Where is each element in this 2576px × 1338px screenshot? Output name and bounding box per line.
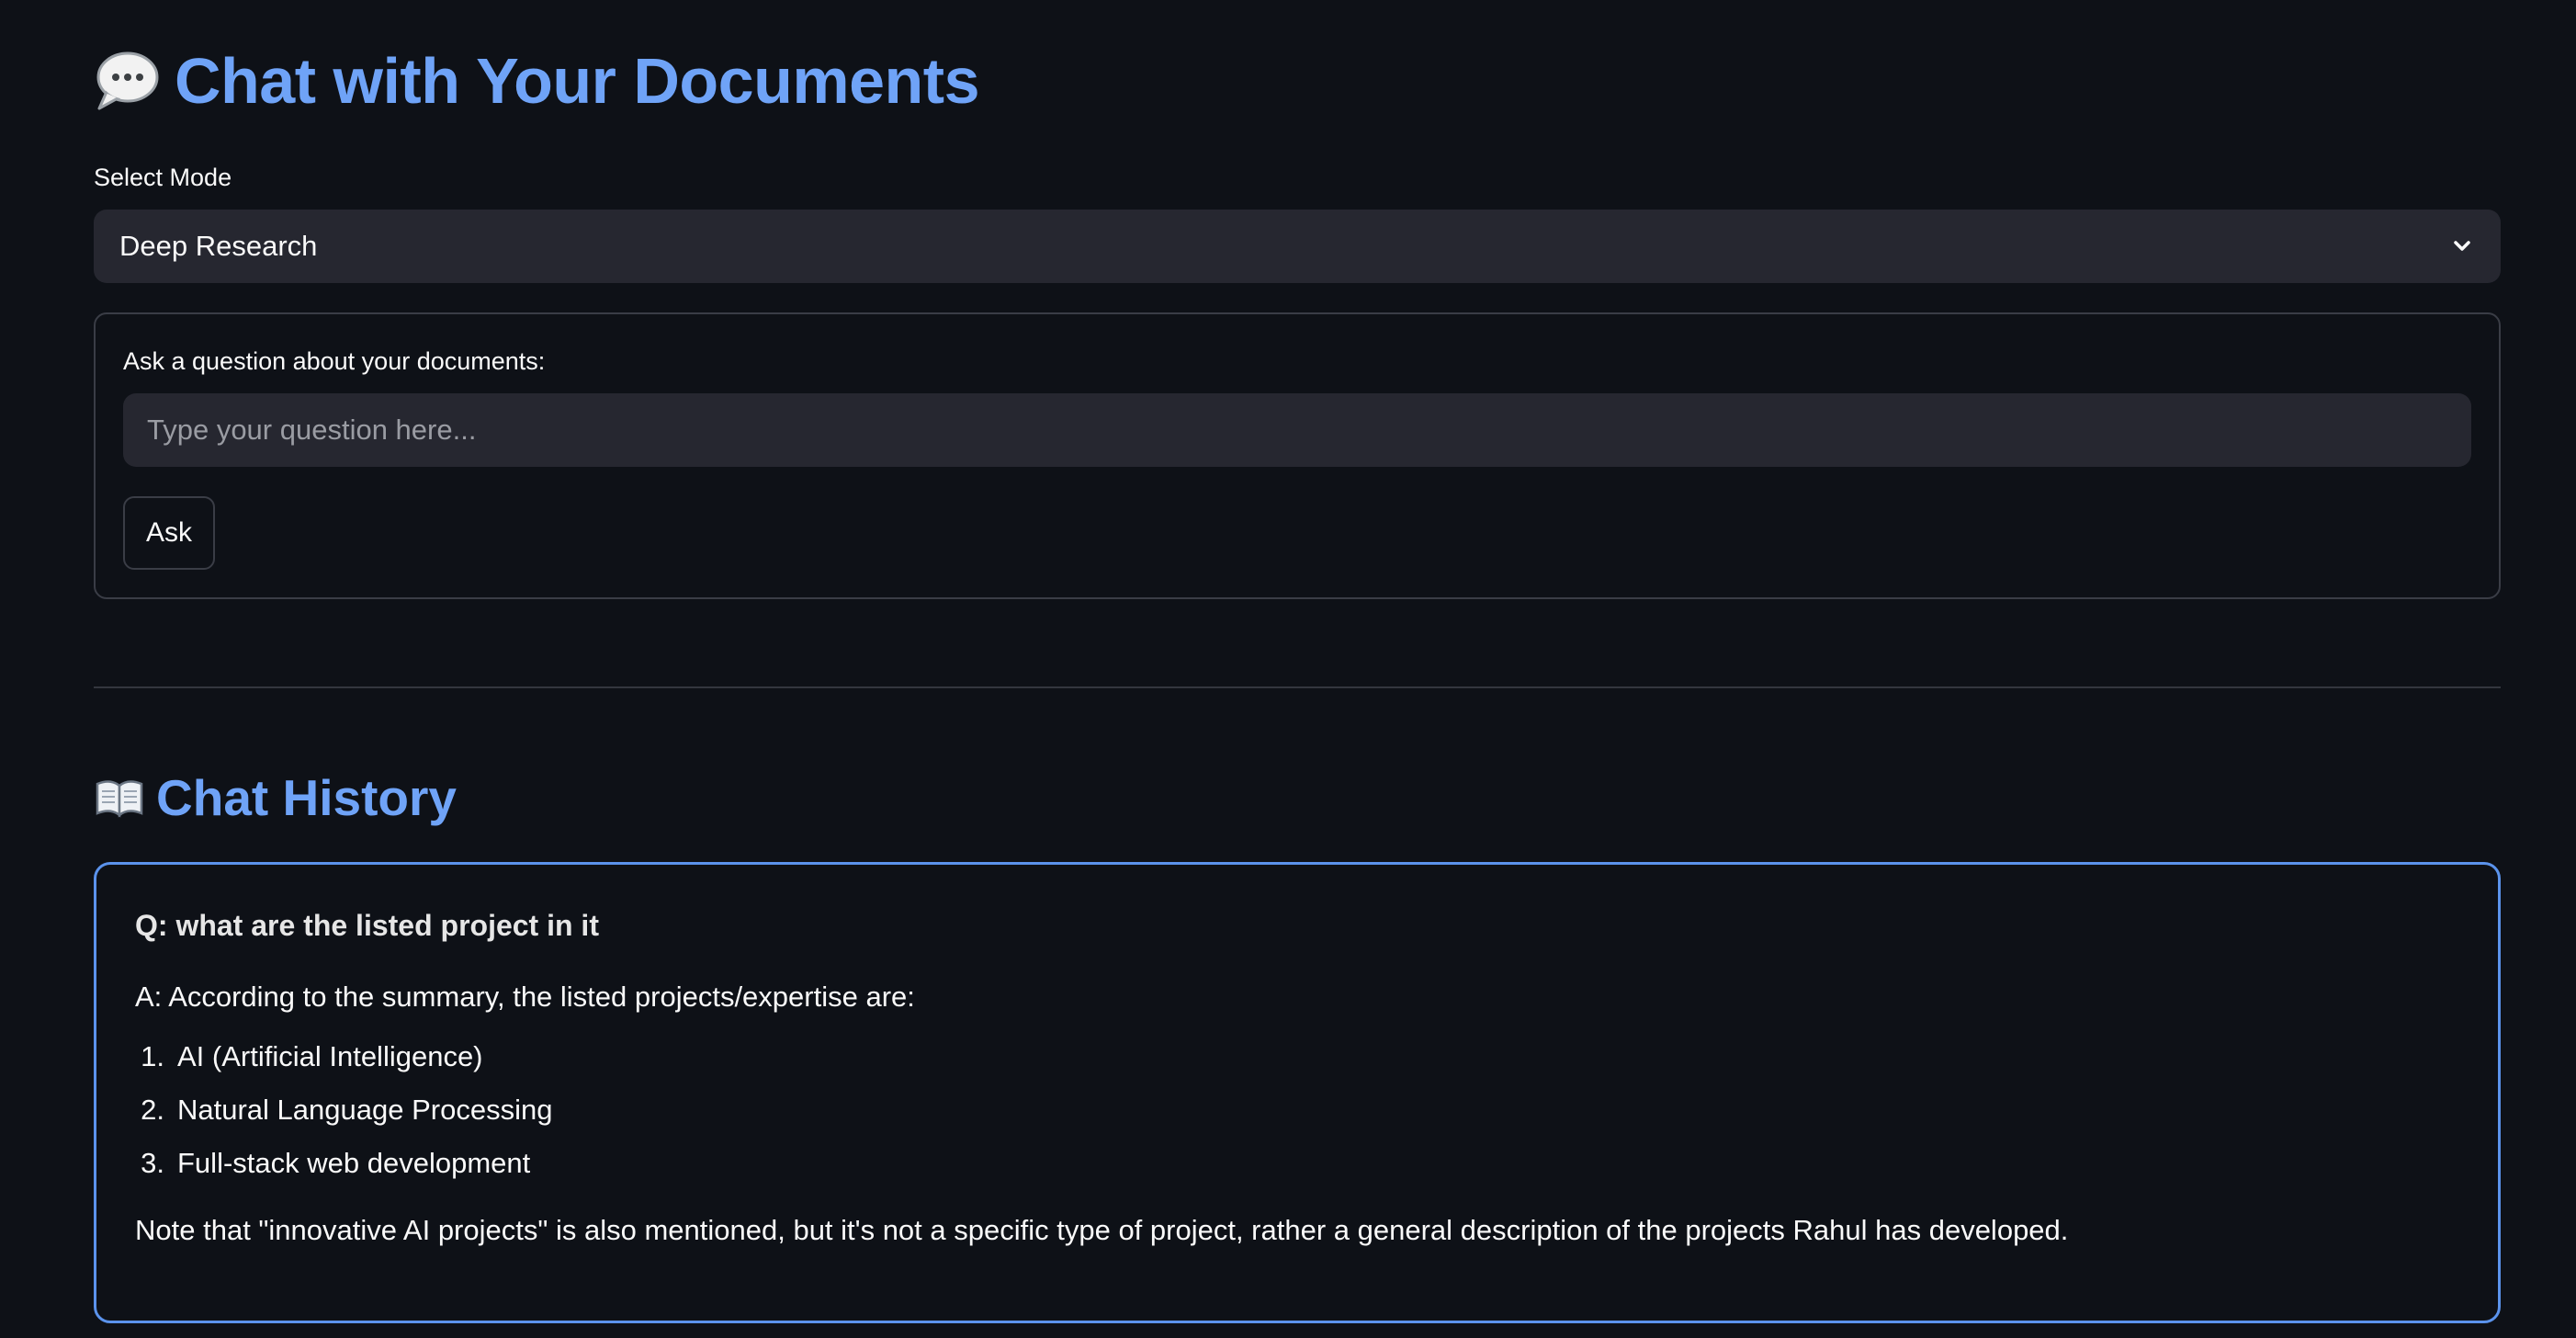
chat-question: Q: what are the listed project in it [135,909,599,942]
list-item-number: 2. [141,1094,164,1126]
list-item: 2. Natural Language Processing [135,1083,552,1137]
chevron-down-icon[interactable] [2449,233,2475,259]
page-title: Chat with Your Documents [94,44,980,118]
question-form: Ask a question about your documents: Ask [94,312,2501,599]
page-title-text: Chat with Your Documents [175,45,980,117]
list-item-number: 1. [141,1040,164,1072]
list-item-text: Natural Language Processing [177,1094,553,1126]
chat-history-title: Chat History [94,768,457,827]
mode-select[interactable]: Deep Research [94,210,2501,283]
list-item-number: 3. [141,1147,164,1179]
question-label: Ask a question about your documents: [123,347,546,375]
list-item-text: Full-stack web development [177,1147,531,1179]
mode-select-value: Deep Research [119,230,318,262]
app-page: Chat with Your Documents Select Mode Dee… [0,0,2576,1338]
list-item: 1. AI (Artificial Intelligence) [135,1030,552,1083]
chat-answer-intro: A: According to the summary, the listed … [135,981,915,1013]
open-book-icon [96,780,143,818]
chat-entry-card: Q: what are the listed project in it A: … [94,862,2501,1323]
speech-bubble-icon [96,51,159,110]
select-mode-label: Select Mode [94,164,232,191]
chat-answer-note: Note that "innovative AI projects" is al… [135,1214,2069,1246]
chat-history-title-text: Chat History [156,769,457,826]
ask-button[interactable]: Ask [123,496,215,570]
question-input[interactable] [123,393,2471,467]
chat-answer-list: 1. AI (Artificial Intelligence) 2. Natur… [135,1030,552,1190]
list-item-text: AI (Artificial Intelligence) [177,1040,483,1072]
divider [94,686,2501,688]
list-item: 3. Full-stack web development [135,1137,552,1190]
